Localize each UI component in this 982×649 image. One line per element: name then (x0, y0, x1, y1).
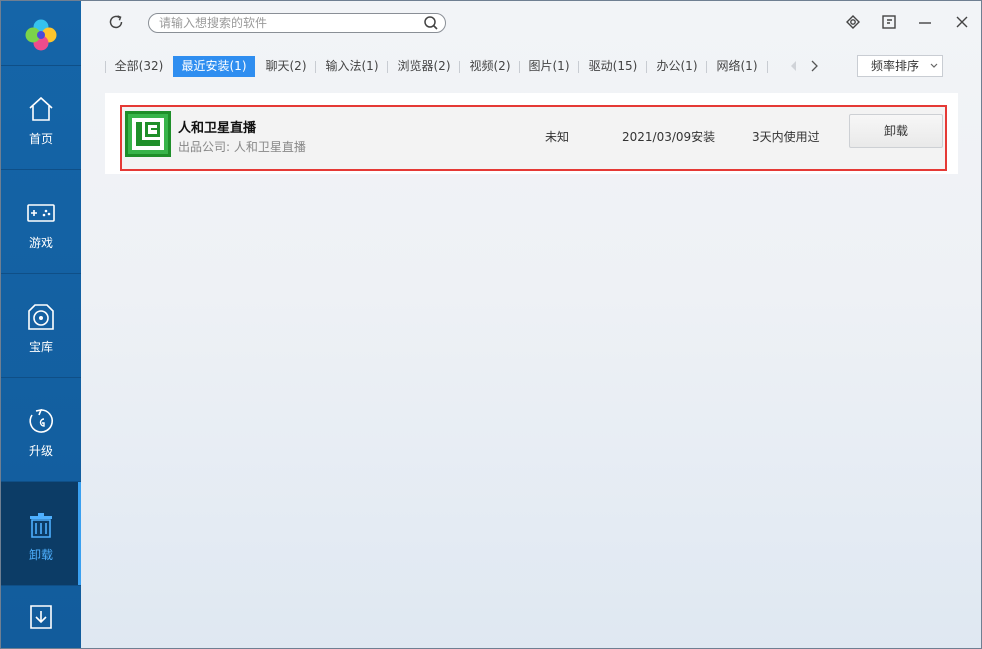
tab-separator (706, 61, 707, 73)
tab-separator (519, 61, 520, 73)
tab-separator (459, 61, 460, 73)
sidebar: 首页 游戏 宝库 升级 卸载 (1, 1, 81, 648)
sidebar-item-home[interactable]: 首页 (1, 66, 81, 170)
tab-recent[interactable]: 最近安装(1) (173, 56, 255, 77)
tab-separator (105, 61, 106, 73)
app-window: 首页 游戏 宝库 升级 卸载 请输入想搜索的软件 全部(32) 最近安装(1) … (0, 0, 982, 649)
sidebar-item-label: 卸载 (28, 548, 53, 562)
software-row[interactable]: 人和卫星直播 出品公司: 人和卫星直播 未知 2021/03/09安装 3天内使… (120, 105, 947, 171)
home-icon (29, 96, 53, 121)
settings-icon[interactable] (844, 13, 862, 31)
sort-dropdown[interactable]: 频率排序 (857, 55, 943, 77)
sidebar-item-label: 宝库 (28, 340, 53, 354)
sidebar-item-games[interactable]: 游戏 (1, 170, 81, 274)
app-logo (1, 1, 81, 66)
gamepad-icon (27, 204, 55, 222)
tab-chat[interactable]: 聊天(2) (265, 56, 307, 77)
tab-separator (767, 61, 768, 73)
app-name: 人和卫星直播 (178, 121, 257, 136)
uninstall-button[interactable]: 卸载 (849, 114, 943, 148)
search-input[interactable] (159, 15, 417, 31)
tab-all[interactable]: 全部(32) (114, 56, 164, 77)
sidebar-item-label: 升级 (28, 444, 53, 458)
app-install-date: 2021/03/09安装 (622, 130, 716, 144)
app-company: 出品公司: 人和卫星直播 (178, 140, 306, 154)
download-icon (30, 605, 52, 629)
trash-icon (30, 513, 52, 538)
tab-separator (387, 61, 388, 73)
app-usage: 3天内使用过 (752, 130, 820, 144)
tabs-prev-icon[interactable] (789, 60, 799, 72)
tab-separator (646, 61, 647, 73)
app-icon (125, 111, 171, 157)
minimize-icon[interactable] (916, 13, 934, 31)
tab-network[interactable]: 网络(1) (716, 56, 758, 77)
tab-driver[interactable]: 驱动(15) (588, 56, 638, 77)
search-icon[interactable] (423, 15, 439, 31)
refresh-icon[interactable] (107, 13, 125, 31)
software-list: 人和卫星直播 出品公司: 人和卫星直播 未知 2021/03/09安装 3天内使… (105, 93, 958, 174)
top-bar (81, 1, 981, 45)
logo-icon (25, 19, 57, 51)
chevron-down-icon (930, 63, 938, 68)
sidebar-item-download[interactable] (1, 586, 81, 648)
main-panel: 全部(32) 最近安装(1) 聊天(2) 输入法(1) 浏览器(2) 视频(2)… (81, 1, 981, 648)
sidebar-item-label: 首页 (28, 132, 53, 146)
tab-input-method[interactable]: 输入法(1) (325, 56, 379, 77)
tab-browser[interactable]: 浏览器(2) (397, 56, 451, 77)
feedback-icon[interactable] (880, 13, 898, 31)
sidebar-item-label: 游戏 (28, 236, 53, 250)
sort-label: 频率排序 (871, 59, 920, 73)
sidebar-item-treasury[interactable]: 宝库 (1, 274, 81, 378)
tab-video[interactable]: 视频(2) (469, 56, 511, 77)
search-box (148, 13, 446, 33)
close-icon[interactable] (953, 13, 971, 31)
tab-image[interactable]: 图片(1) (528, 56, 570, 77)
tabs-next-icon[interactable] (809, 60, 819, 72)
app-size: 未知 (545, 130, 570, 144)
sidebar-item-upgrade[interactable]: 升级 (1, 378, 81, 482)
tab-separator (578, 61, 579, 73)
tab-office[interactable]: 办公(1) (656, 56, 698, 77)
sidebar-item-uninstall[interactable]: 卸载 (1, 482, 81, 586)
disc-icon (28, 304, 54, 330)
tab-separator (315, 61, 316, 73)
upgrade-icon (29, 408, 53, 433)
